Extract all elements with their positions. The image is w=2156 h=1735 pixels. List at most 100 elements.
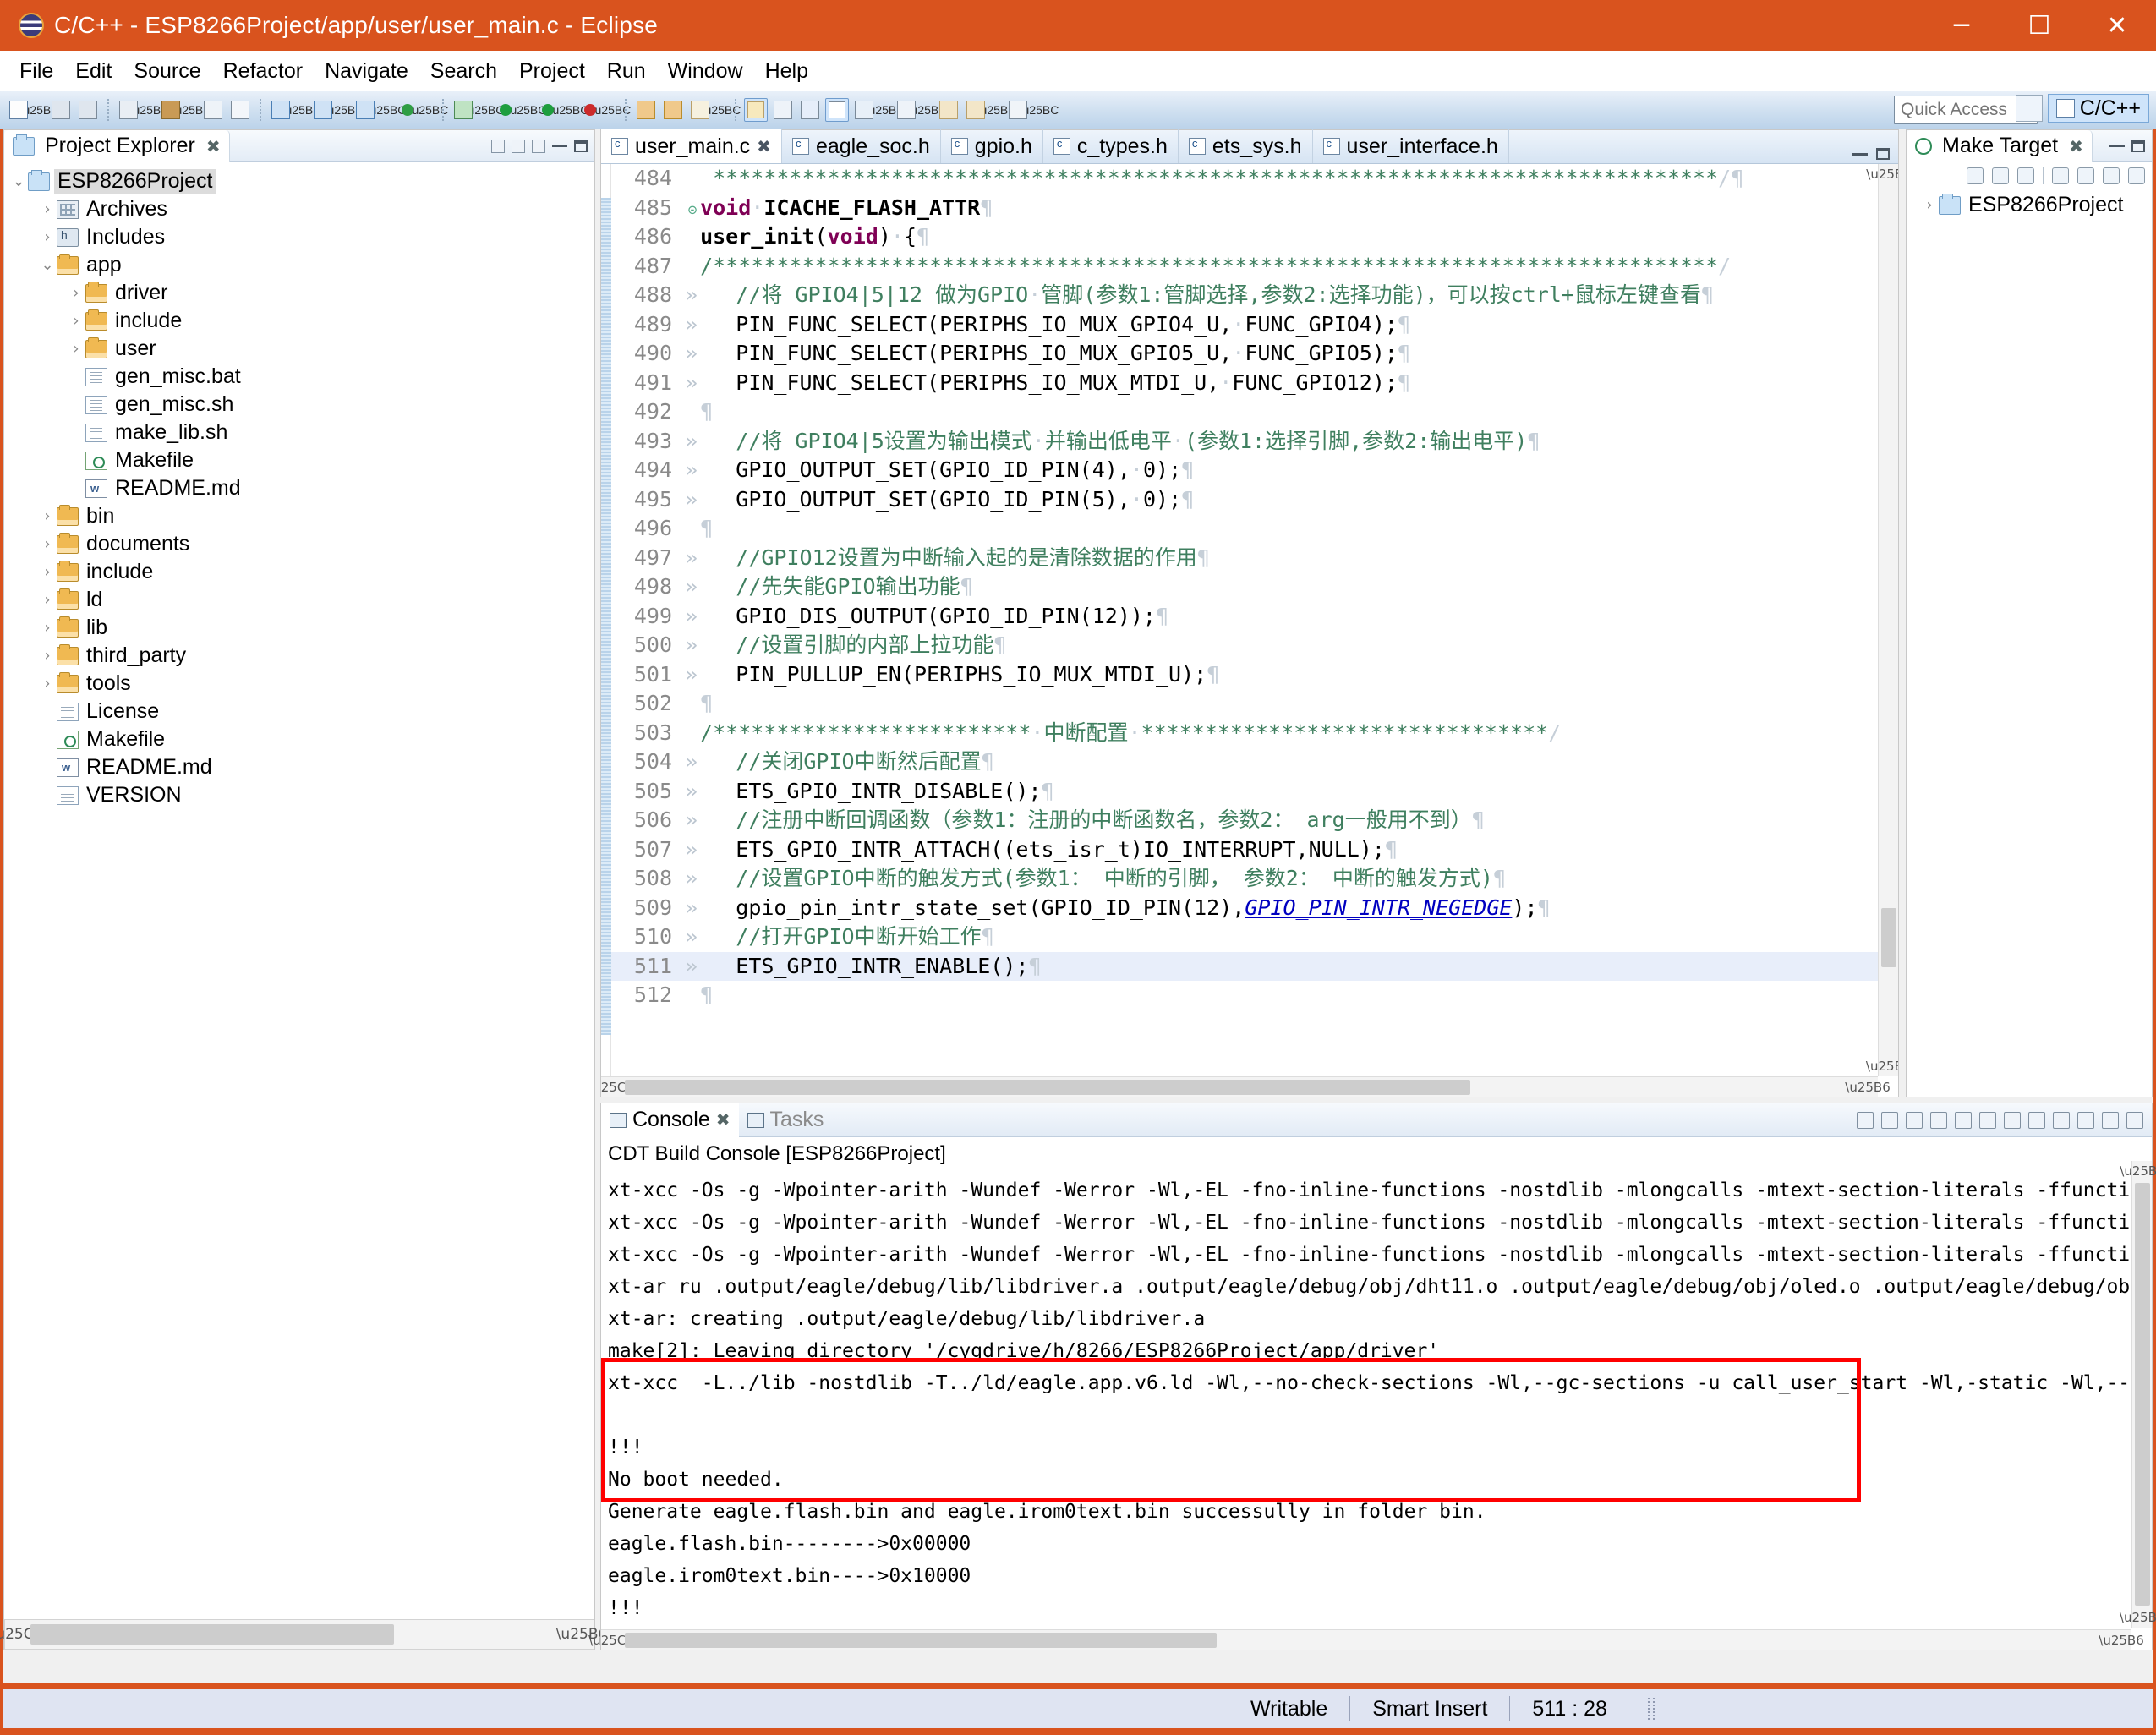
forward-icon[interactable]	[2103, 167, 2120, 184]
close-icon[interactable]: ✖	[2069, 136, 2083, 156]
new-header-dropdown-icon[interactable]: \u25BC	[367, 98, 407, 122]
scroll-right-icon[interactable]: \u25B6	[1845, 1077, 1890, 1097]
tree-item-third-party[interactable]: third_party	[4, 642, 594, 670]
perspective-cpp-button[interactable]: C/C++	[2047, 94, 2149, 123]
minimize-view-icon[interactable]	[2102, 1111, 2119, 1129]
collapse-all-icon[interactable]	[491, 139, 505, 153]
tab-make-target[interactable]: Make Target ✖	[1907, 129, 2093, 162]
hide-empty-folders-icon[interactable]	[2128, 167, 2145, 184]
tree-item-tools[interactable]: tools	[4, 670, 594, 698]
terminate-icon[interactable]	[1857, 1111, 1874, 1129]
new-class-dropdown-icon[interactable]: \u25BC	[325, 98, 364, 122]
view-menu-icon[interactable]	[532, 139, 545, 153]
open-console-icon[interactable]	[2053, 1111, 2070, 1129]
remove-launch-icon[interactable]	[1881, 1111, 1898, 1129]
scroll-up-icon[interactable]: \u25B2	[1866, 164, 1898, 184]
new-c-project-dropdown-icon[interactable]: \u25BC	[282, 98, 322, 122]
tree-item-lib[interactable]: lib	[4, 614, 594, 642]
chevron-right-icon[interactable]	[67, 340, 85, 358]
refresh-dropdown-icon[interactable]: \u25BC	[409, 98, 449, 122]
refresh-icon[interactable]	[396, 98, 419, 122]
tree-item-readme-md[interactable]: README.md	[4, 753, 594, 781]
menu-item-edit[interactable]: Edit	[64, 56, 123, 87]
tree-item-esp8266project[interactable]: ESP8266Project	[4, 167, 594, 195]
chevron-down-icon[interactable]	[38, 256, 57, 274]
chevron-right-icon[interactable]	[38, 507, 57, 525]
tree-item-bin[interactable]: bin	[4, 502, 594, 530]
pencil-dropdown-icon[interactable]: \u25BC	[702, 98, 741, 122]
new-header-icon[interactable]	[353, 98, 377, 122]
tree-item-license[interactable]: License	[4, 698, 594, 725]
block-selection-dropdown-icon[interactable]: \u25BC	[866, 98, 906, 122]
menu-item-navigate[interactable]: Navigate	[314, 56, 419, 87]
tree-item-gen-misc-sh[interactable]: gen_misc.sh	[4, 391, 594, 419]
code-text[interactable]: 484 ************************************…	[611, 164, 1898, 1076]
forward-icon[interactable]	[964, 98, 988, 122]
scroll-down-icon[interactable]: \u25BC	[2120, 1607, 2156, 1628]
show-source-icon[interactable]	[798, 98, 822, 122]
editor-tab-eagle-soc-h[interactable]: eagle_soc.h	[782, 129, 941, 163]
tree-item-makefile[interactable]: Makefile	[4, 446, 594, 474]
menu-item-window[interactable]: Window	[657, 56, 754, 87]
debug-bug-icon[interactable]	[451, 98, 475, 122]
open-element-icon[interactable]	[661, 98, 685, 122]
chevron-right-icon[interactable]	[38, 591, 57, 609]
chevron-right-icon[interactable]	[38, 200, 57, 218]
tree-item-driver[interactable]: driver	[4, 279, 594, 307]
console-vscrollbar[interactable]: \u25B2 \u25BC	[2120, 1161, 2156, 1628]
close-icon[interactable]: ✖	[206, 136, 221, 156]
tree-item-archives[interactable]: Archives	[4, 195, 594, 223]
tree-item-make-lib-sh[interactable]: make_lib.sh	[4, 419, 594, 446]
tree-item-readme-md[interactable]: README.md	[4, 474, 594, 502]
tree-item-user[interactable]: user	[4, 335, 594, 363]
maximize-editor-icon[interactable]	[1876, 148, 1890, 160]
editor-vscrollbar[interactable]: \u25B2 \u25BC	[1866, 164, 1898, 1076]
chevron-right-icon[interactable]	[38, 619, 57, 637]
print-dropdown-icon[interactable]: \u25BC	[130, 98, 170, 122]
scroll-up-icon[interactable]: \u25B2	[2120, 1161, 2156, 1181]
tree-item-ld[interactable]: ld	[4, 586, 594, 614]
tree-item-includes[interactable]: Includes	[4, 223, 594, 251]
last-edit-location-icon[interactable]	[1006, 98, 1030, 122]
tree-item-gen-misc-bat[interactable]: gen_misc.bat	[4, 363, 594, 391]
scroll-left-icon[interactable]: \u25C0	[0, 1620, 42, 1649]
editor-tab-user-interface-h[interactable]: user_interface.h	[1313, 129, 1509, 163]
mark-occurrences-icon[interactable]	[744, 98, 768, 122]
close-button[interactable]: ✕	[2078, 0, 2156, 51]
minimize-view-icon[interactable]	[552, 145, 567, 147]
maximize-view-icon[interactable]	[2126, 1111, 2143, 1129]
editor-tab-ets-sys-h[interactable]: ets_sys.h	[1179, 129, 1313, 163]
build-dropdown-icon[interactable]: \u25BC	[172, 98, 212, 122]
chevron-right-icon[interactable]	[38, 228, 57, 246]
menu-item-source[interactable]: Source	[123, 56, 211, 87]
history-dropdown-icon[interactable]: \u25BC	[977, 98, 1017, 122]
editor-hscrollbar[interactable]: \u25C0 \u25B6	[601, 1076, 1891, 1097]
toggle-block-selection-icon[interactable]	[852, 98, 876, 122]
code-viewport[interactable]: 484 ************************************…	[601, 164, 1898, 1097]
scroll-down-icon[interactable]: \u25BC	[1866, 1056, 1898, 1076]
minimize-editor-icon[interactable]	[1852, 152, 1868, 156]
pencil-icon[interactable]	[688, 98, 712, 122]
run-dropdown-icon[interactable]: \u25BC	[507, 98, 547, 122]
minimize-button[interactable]: ─	[1923, 0, 2000, 51]
skip-breakpoints-icon[interactable]	[228, 98, 252, 122]
view-menu-icon[interactable]	[2077, 1111, 2094, 1129]
chevron-right-icon[interactable]	[67, 284, 85, 302]
save-icon[interactable]	[49, 98, 73, 122]
stop-icon[interactable]	[578, 98, 602, 122]
save-all-icon[interactable]	[76, 98, 100, 122]
tree-item-include[interactable]: include	[4, 307, 594, 335]
run-external-tools-icon[interactable]	[536, 98, 560, 122]
scroll-right-icon[interactable]: \u25B6	[2099, 1630, 2143, 1650]
new-c-project-icon[interactable]	[269, 98, 293, 122]
chevron-down-icon[interactable]	[9, 172, 28, 190]
show-whitespace-icon[interactable]	[825, 98, 849, 122]
new-file-icon[interactable]	[7, 98, 30, 122]
chevron-right-icon[interactable]	[38, 675, 57, 692]
tree-item-include[interactable]: include	[4, 558, 594, 586]
chevron-right-icon[interactable]	[38, 563, 57, 581]
maximize-view-icon[interactable]	[2131, 140, 2145, 152]
debug-dropdown-icon[interactable]: \u25BC	[465, 98, 505, 122]
menu-item-search[interactable]: Search	[419, 56, 508, 87]
pin-console-icon[interactable]	[2004, 1111, 2021, 1129]
